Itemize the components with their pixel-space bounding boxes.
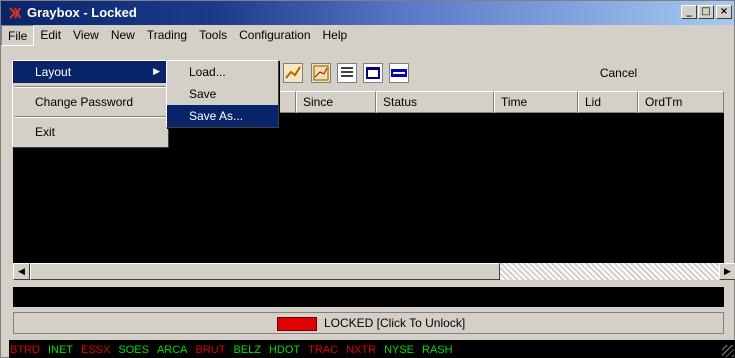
resize-grip-icon[interactable] — [722, 345, 734, 357]
menu-view[interactable]: View — [67, 25, 105, 46]
maximize-button[interactable]: □ — [698, 5, 714, 19]
file-menu-dropdown: Layout ▶ Change Password Exit — [12, 60, 169, 148]
menu-trading[interactable]: Trading — [141, 25, 193, 46]
title-bar[interactable]: Graybox - Locked _ □ × — [1, 1, 734, 25]
file-menu-layout-label: Layout — [35, 65, 72, 79]
exchange-status-essx: ESSX — [81, 343, 111, 356]
exchange-status-trac: TRAC — [308, 343, 339, 356]
exchange-status-nyse: NYSE — [384, 343, 415, 356]
menu-tools[interactable]: Tools — [193, 25, 233, 46]
close-button[interactable]: × — [716, 5, 732, 19]
minimize-button[interactable]: _ — [681, 5, 697, 19]
exchange-status-arca: ARCA — [156, 343, 188, 356]
lock-status-indicator — [277, 317, 317, 331]
scroll-left-icon[interactable]: ◀ — [13, 263, 30, 280]
layout-menu-save[interactable]: Save — [167, 83, 278, 105]
column-header-lid[interactable]: Lid — [578, 91, 638, 113]
menu-separator — [15, 86, 166, 88]
exchange-status-inet: INET — [47, 343, 74, 356]
column-header-since[interactable]: Since — [296, 91, 376, 113]
graph-tool-icon[interactable] — [311, 63, 331, 83]
window-tool-icon[interactable] — [363, 63, 383, 83]
exchange-status-nxtr: NXTR — [346, 343, 377, 356]
exchange-status-hdot: HDOT — [268, 343, 301, 356]
submenu-arrow-icon: ▶ — [153, 66, 160, 76]
layout-submenu: Load... Save Save As... — [166, 60, 279, 128]
exchange-status-brut: BRUT — [195, 343, 226, 356]
lock-status-label: LOCKED [Click To Unlock] — [324, 316, 466, 330]
horizontal-scrollbar[interactable]: ◀ ▶ — [13, 263, 735, 280]
file-menu-exit[interactable]: Exit — [13, 121, 168, 143]
menu-edit[interactable]: Edit — [34, 25, 67, 46]
exchange-status-belz: BELZ — [233, 343, 261, 356]
menu-bar: File Edit View New Trading Tools Configu… — [1, 25, 734, 46]
layout-menu-save-as[interactable]: Save As... — [167, 105, 278, 127]
message-bar — [13, 287, 724, 307]
menu-configuration[interactable]: Configuration — [233, 25, 316, 46]
file-menu-change-password[interactable]: Change Password — [13, 91, 168, 113]
chart-tool-icon[interactable] — [283, 63, 303, 83]
menu-help[interactable]: Help — [317, 25, 354, 46]
column-header-ordtm[interactable]: OrdTm — [638, 91, 724, 113]
scroll-thumb[interactable] — [30, 263, 500, 280]
column-header-time[interactable]: Time — [494, 91, 578, 113]
open-tool-icon[interactable] — [389, 63, 409, 83]
app-logo-icon — [9, 7, 21, 19]
column-header-status[interactable]: Status — [376, 91, 494, 113]
menu-new[interactable]: New — [105, 25, 141, 46]
scroll-right-icon[interactable]: ▶ — [719, 263, 735, 280]
file-menu-layout[interactable]: Layout ▶ — [13, 61, 168, 83]
list-tool-icon[interactable] — [337, 63, 357, 83]
exchange-status-soes: SOES — [118, 343, 149, 356]
app-window: Graybox - Locked _ □ × File Edit View Ne… — [0, 0, 735, 358]
menu-separator — [15, 116, 166, 118]
window-title: Graybox - Locked — [27, 5, 137, 20]
exchange-status-rash: RASH — [422, 343, 453, 356]
cancel-button[interactable]: Cancel — [511, 63, 726, 83]
menu-file[interactable]: File — [1, 25, 35, 46]
exchange-status-btrd: BTRD — [10, 343, 40, 356]
exchange-status-bar: BTRD INET ESSX SOES ARCA BRUT BELZ HDOT TRAC NXTR… — [9, 340, 735, 358]
lock-bar[interactable]: LOCKED [Click To Unlock] — [13, 312, 724, 334]
layout-menu-load[interactable]: Load... — [167, 61, 278, 83]
